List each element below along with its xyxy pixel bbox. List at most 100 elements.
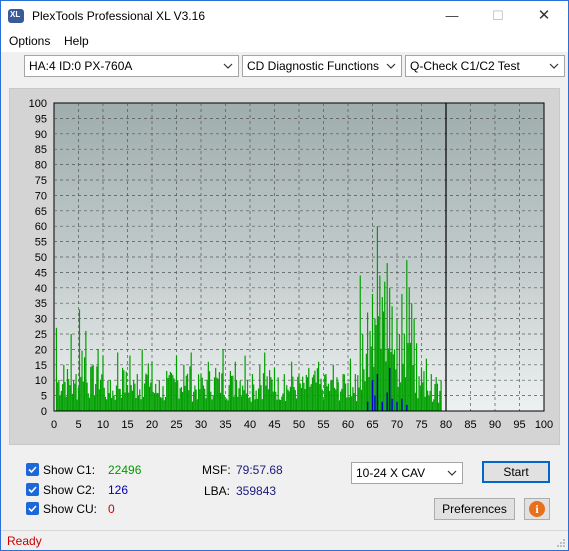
c1-bar <box>402 363 404 411</box>
c1-bar <box>171 373 173 411</box>
c1-bar <box>424 396 426 411</box>
c1-bar <box>343 374 345 411</box>
c1-bar <box>102 355 104 411</box>
c1-bar <box>145 373 147 411</box>
c1-bar <box>295 398 298 411</box>
menu-help[interactable]: Help <box>64 34 89 48</box>
cu-total-value: 0 <box>108 502 115 516</box>
y-tick-label: 65 <box>35 206 47 218</box>
test-select[interactable]: Q-Check C1/C2 Test <box>405 55 565 77</box>
c1-bar <box>331 380 333 411</box>
c1-bar <box>313 374 315 411</box>
c1-bar <box>180 387 182 411</box>
c1-bar <box>197 374 200 411</box>
c2-total-value: 126 <box>108 483 129 497</box>
info-button[interactable]: i <box>524 498 550 520</box>
c2-bar <box>391 398 393 411</box>
c1-bar <box>367 312 369 411</box>
c1-bar <box>277 377 279 411</box>
c1-bar <box>195 389 197 411</box>
c1-bar <box>174 381 176 411</box>
msf-value: 79:57.68 <box>236 463 283 477</box>
c1-bar <box>93 395 96 411</box>
minimize-button[interactable]: — <box>429 1 475 31</box>
speed-select[interactable]: 10-24 X CAV <box>351 462 463 484</box>
c1-bar <box>193 391 195 411</box>
chevron-down-icon <box>386 63 396 69</box>
c1-bar <box>304 389 306 411</box>
preferences-button[interactable]: Preferences <box>434 498 515 520</box>
show-c2-checkbox[interactable] <box>26 483 39 496</box>
c1-bar <box>431 401 434 411</box>
chart-panel: 0 5 10 15 20 25 30 35 40 45 50 55 60 65 70 75 80 85 90 95 10… <box>9 88 560 445</box>
c2-bar <box>366 401 369 411</box>
c1-bar <box>155 383 157 411</box>
x-tick-label: 80 <box>440 419 452 431</box>
drive-select-value: HA:4 ID:0 PX-760A <box>29 59 133 73</box>
y-tick-label: 40 <box>35 283 47 295</box>
c1-bar <box>302 376 304 411</box>
c1-bar <box>340 391 342 411</box>
c1-bar <box>106 399 108 411</box>
c1-bar <box>217 378 219 411</box>
c1-bar <box>357 375 359 411</box>
close-button[interactable]: ✕ <box>521 1 567 31</box>
c1-bar <box>233 396 235 411</box>
c1-bar <box>184 385 186 411</box>
c1-bar <box>229 370 231 411</box>
resize-grip-icon[interactable] <box>556 538 566 548</box>
x-tick-label: 70 <box>391 419 403 431</box>
c2-bar <box>374 395 376 411</box>
c1-bar <box>436 383 439 411</box>
test-select-value: Q-Check C1/C2 Test <box>410 59 520 73</box>
c1-bar <box>364 381 366 411</box>
c1-bar <box>153 393 156 411</box>
y-tick-label: 95 <box>35 113 47 125</box>
maximize-button[interactable]: ☐ <box>475 1 521 31</box>
c1-bar <box>321 389 323 411</box>
start-button[interactable]: Start <box>482 461 550 483</box>
c1-bar <box>224 399 227 411</box>
x-tick-label: 15 <box>121 419 133 431</box>
c1-bar <box>202 385 205 411</box>
c1-bar <box>148 386 151 411</box>
c1-bar <box>271 379 273 411</box>
c1-bar <box>297 376 299 411</box>
c1-bar <box>248 397 250 411</box>
c1-bar <box>78 309 81 411</box>
c1-bar <box>115 385 118 411</box>
show-cu-checkbox[interactable] <box>26 502 39 515</box>
c1-bar <box>74 383 76 411</box>
c1-bar <box>342 374 344 411</box>
c2-bar <box>376 374 379 411</box>
c2-bar <box>371 380 374 411</box>
y-tick-label: 90 <box>35 129 47 141</box>
y-tick-label: 55 <box>35 237 47 249</box>
c1-bar <box>55 327 58 411</box>
c1-bar <box>243 390 245 411</box>
c1-bar <box>163 400 165 411</box>
c1-bar <box>434 384 436 411</box>
c1-bar <box>185 375 187 411</box>
function-select[interactable]: CD Diagnostic Functions <box>242 55 402 77</box>
c1-bar <box>387 348 390 411</box>
c1-bar <box>414 392 416 411</box>
drive-select[interactable]: HA:4 ID:0 PX-760A <box>24 55 239 77</box>
c1-bar <box>257 388 260 411</box>
c1-bar <box>320 378 322 411</box>
speed-select-value: 10-24 X CAV <box>356 466 426 480</box>
c1-bar <box>298 374 300 411</box>
x-tick-label: 30 <box>195 419 207 431</box>
c1-bar <box>392 354 394 411</box>
menu-options[interactable]: Options <box>9 34 50 48</box>
c1-bar <box>97 349 99 411</box>
c2-bar <box>406 404 408 411</box>
c1-bar <box>238 388 240 411</box>
c1-bar <box>293 387 295 411</box>
msf-label: MSF: <box>202 463 231 477</box>
c1-bar <box>204 388 206 411</box>
show-c1-checkbox[interactable] <box>26 463 39 476</box>
x-tick-label: 95 <box>513 419 525 431</box>
c1-bar <box>216 377 218 411</box>
c1-bar <box>250 401 252 411</box>
